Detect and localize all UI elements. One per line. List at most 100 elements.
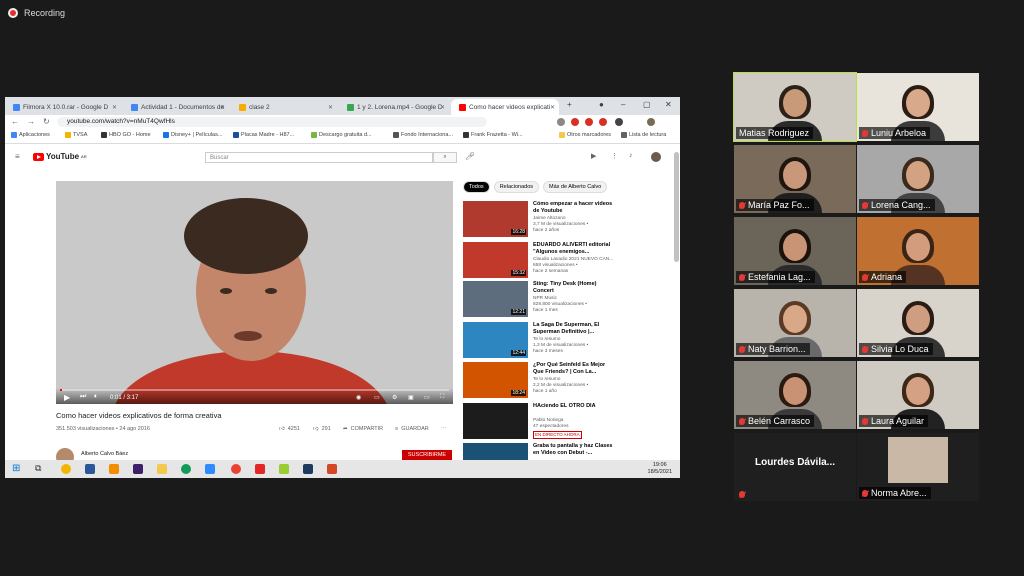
bookmark-item[interactable]: Placas Madre - H87... (233, 132, 294, 138)
volume-icon[interactable]: 🔈︎ (94, 393, 98, 401)
dislike-button[interactable]: 👎︎ 291 (313, 426, 331, 432)
chrome-icon[interactable] (231, 464, 241, 474)
close-tab-icon[interactable]: ✕ (440, 104, 445, 111)
extension-icon[interactable] (571, 118, 579, 126)
bookmark-item[interactable]: Frank Frazetta - Wi... (463, 132, 523, 138)
video-thumbnail[interactable]: 12:44 (463, 322, 528, 358)
participant-tile[interactable]: Luniu Arbeloa (857, 73, 979, 141)
close-tab-icon[interactable]: ✕ (328, 104, 333, 111)
browser-tab[interactable]: 1 y 2. Lorena.mp4 - Google D ✕ (339, 99, 449, 115)
participant-tile[interactable]: Laura Aguilar (857, 361, 979, 429)
recommended-video[interactable]: 12:44 La Saga De Superman, El Superman De… (463, 322, 675, 360)
participant-tile[interactable]: Naty Barrion... (734, 289, 856, 357)
participant-tile[interactable]: Belén Carrasco (734, 361, 856, 429)
subscribe-button[interactable]: SUSCRIBIRME (402, 450, 452, 460)
video-thumbnail[interactable]: 16:28 (463, 201, 528, 237)
bookmark-item[interactable]: Otros marcadores (559, 132, 611, 138)
profile-icon[interactable]: ● (599, 100, 604, 109)
recommended-title[interactable]: Sting: Tiny Desk (Home) Concert (533, 281, 613, 295)
close-tab-icon[interactable]: ✕ (112, 104, 117, 111)
participant-tile[interactable]: Norma Abre... (857, 433, 979, 501)
play-icon[interactable]: ▶ (64, 393, 70, 402)
url-input[interactable]: youtube.com/watch?v=nMuT4QwfHls (57, 117, 487, 127)
recommended-video[interactable]: 15:32 EDUARDO ALIVERTI editorial "Algunos… (463, 242, 675, 280)
chrome-icon[interactable] (61, 464, 71, 474)
edge-icon[interactable] (181, 464, 191, 474)
premiere-icon[interactable] (133, 464, 143, 474)
windows-start-icon[interactable]: ⊞ (12, 463, 20, 474)
next-icon[interactable]: ⏭ (80, 393, 86, 401)
extensions-icon[interactable] (615, 118, 623, 126)
search-button[interactable]: ⌕ (433, 152, 457, 163)
acrobat-icon[interactable] (255, 464, 265, 474)
bookmark-item[interactable]: HBO GO - Home (101, 132, 151, 138)
recommended-title[interactable]: EDUARDO ALIVERTI editorial "Algunos enem… (533, 242, 613, 256)
video-player[interactable]: ▶ ⏭ 🔈︎ 0:01 / 3:17 ◉ ▭ ⚙ ▣ ▭ ⛶ (56, 181, 453, 404)
more-actions-icon[interactable]: ⋯ (441, 426, 447, 432)
captions-icon[interactable]: ▭ (374, 394, 380, 401)
youtube-logo[interactable]: YouTube AR (33, 152, 87, 161)
video-thumbnail[interactable]: 18:24 (463, 362, 528, 398)
app-icon[interactable] (303, 464, 313, 474)
search-input[interactable]: Buscar (205, 152, 433, 163)
participant-tile[interactable]: Silvia Lo Duca (857, 289, 979, 357)
bookmark-item[interactable]: Aplicaciones (11, 132, 50, 138)
browser-tab[interactable]: Actividad 1 - Documentos de ✕ (123, 99, 229, 115)
close-tab-icon[interactable]: ✕ (550, 104, 555, 111)
participant-tile[interactable]: Lorena Cang... (857, 145, 979, 213)
vlc-icon[interactable] (109, 464, 119, 474)
video-thumbnail[interactable]: 12:21 (463, 281, 528, 317)
recording-indicator[interactable]: Recording (8, 8, 65, 18)
reload-icon[interactable]: ↻ (43, 117, 50, 126)
recommended-video[interactable]: 18:24 ¿Por Qué Seinfeld Es Mejor Que Frie… (463, 362, 675, 400)
maximize-icon[interactable]: ▢ (643, 100, 651, 109)
settings-icon[interactable]: ⚙ (392, 394, 397, 401)
recommended-video[interactable]: 16:28 Cómo empezar a hacer videos de Yout… (463, 201, 675, 239)
forward-icon[interactable]: → (27, 117, 35, 126)
recommended-title[interactable]: La Saga De Superman, El Superman Definit… (533, 322, 613, 336)
participant-tile[interactable]: Lourdes Dávila... (734, 433, 856, 501)
powerpoint-icon[interactable] (327, 464, 337, 474)
filter-chip[interactable]: Más de Alberto Calvo (543, 181, 608, 193)
participant-tile[interactable]: Matias Rodriguez (733, 72, 857, 142)
new-tab-icon[interactable]: + (567, 100, 572, 109)
extension-icon[interactable] (585, 118, 593, 126)
autoplay-toggle[interactable]: ◉ (356, 394, 361, 401)
close-tab-icon[interactable]: ✕ (220, 104, 225, 111)
notepad-icon[interactable] (279, 464, 289, 474)
channel-name[interactable]: Alberto Calvo Báez (81, 451, 128, 457)
video-thumbnail[interactable] (463, 403, 528, 439)
apps-icon[interactable]: ⋮ (611, 152, 618, 160)
progress-bar[interactable] (60, 389, 449, 391)
recommended-title[interactable]: ¿Por Qué Seinfeld Es Mejor Que Friends? … (533, 362, 613, 376)
bookmark-item[interactable]: Disney+ | Películas... (163, 132, 222, 138)
recommended-title[interactable]: Graba tu pantalla y haz Clases en Video … (533, 443, 613, 457)
bookmark-item[interactable]: Lista de lectura (621, 132, 666, 138)
browser-tab[interactable]: Filmora X 10.0.rar - Google D ✕ (5, 99, 121, 115)
recommended-title[interactable]: HAciendo EL OTRO DIA (533, 403, 613, 410)
menu-icon[interactable]: ≡ (15, 152, 20, 161)
bookmark-item[interactable]: TVSA (65, 132, 87, 138)
close-window-icon[interactable]: ✕ (665, 100, 672, 109)
filter-chip[interactable]: Todos (463, 181, 490, 193)
recommended-video[interactable]: HAciendo EL OTRO DIA Pablo Noriega 47 espe… (463, 403, 675, 441)
participant-tile[interactable]: Adriana (857, 217, 979, 285)
extension-icon[interactable] (557, 118, 565, 126)
mic-icon[interactable]: 🎤︎ (465, 152, 475, 161)
create-video-icon[interactable]: ▶ (591, 152, 596, 160)
theater-icon[interactable]: ▭ (424, 394, 430, 401)
filter-chip[interactable]: Relacionados (493, 181, 540, 193)
video-thumbnail[interactable]: 15:32 (463, 242, 528, 278)
bookmark-item[interactable]: Fondo Internaciona... (393, 132, 453, 138)
task-view-icon[interactable]: ⧉ (35, 463, 41, 474)
back-icon[interactable]: ← (11, 117, 19, 126)
notifications-icon[interactable]: ♪ (629, 152, 633, 159)
zoom-icon[interactable] (205, 464, 215, 474)
participant-tile[interactable]: María Paz Fo... (734, 145, 856, 213)
browser-tab[interactable]: clase 2 ✕ (231, 99, 337, 115)
fullscreen-icon[interactable]: ⛶ (440, 394, 444, 401)
system-clock[interactable]: 19:06 18/5/2021 (648, 462, 672, 476)
word-icon[interactable] (85, 464, 95, 474)
save-button[interactable]: ≡ GUARDAR (395, 426, 429, 432)
miniplayer-icon[interactable]: ▣ (408, 394, 414, 401)
